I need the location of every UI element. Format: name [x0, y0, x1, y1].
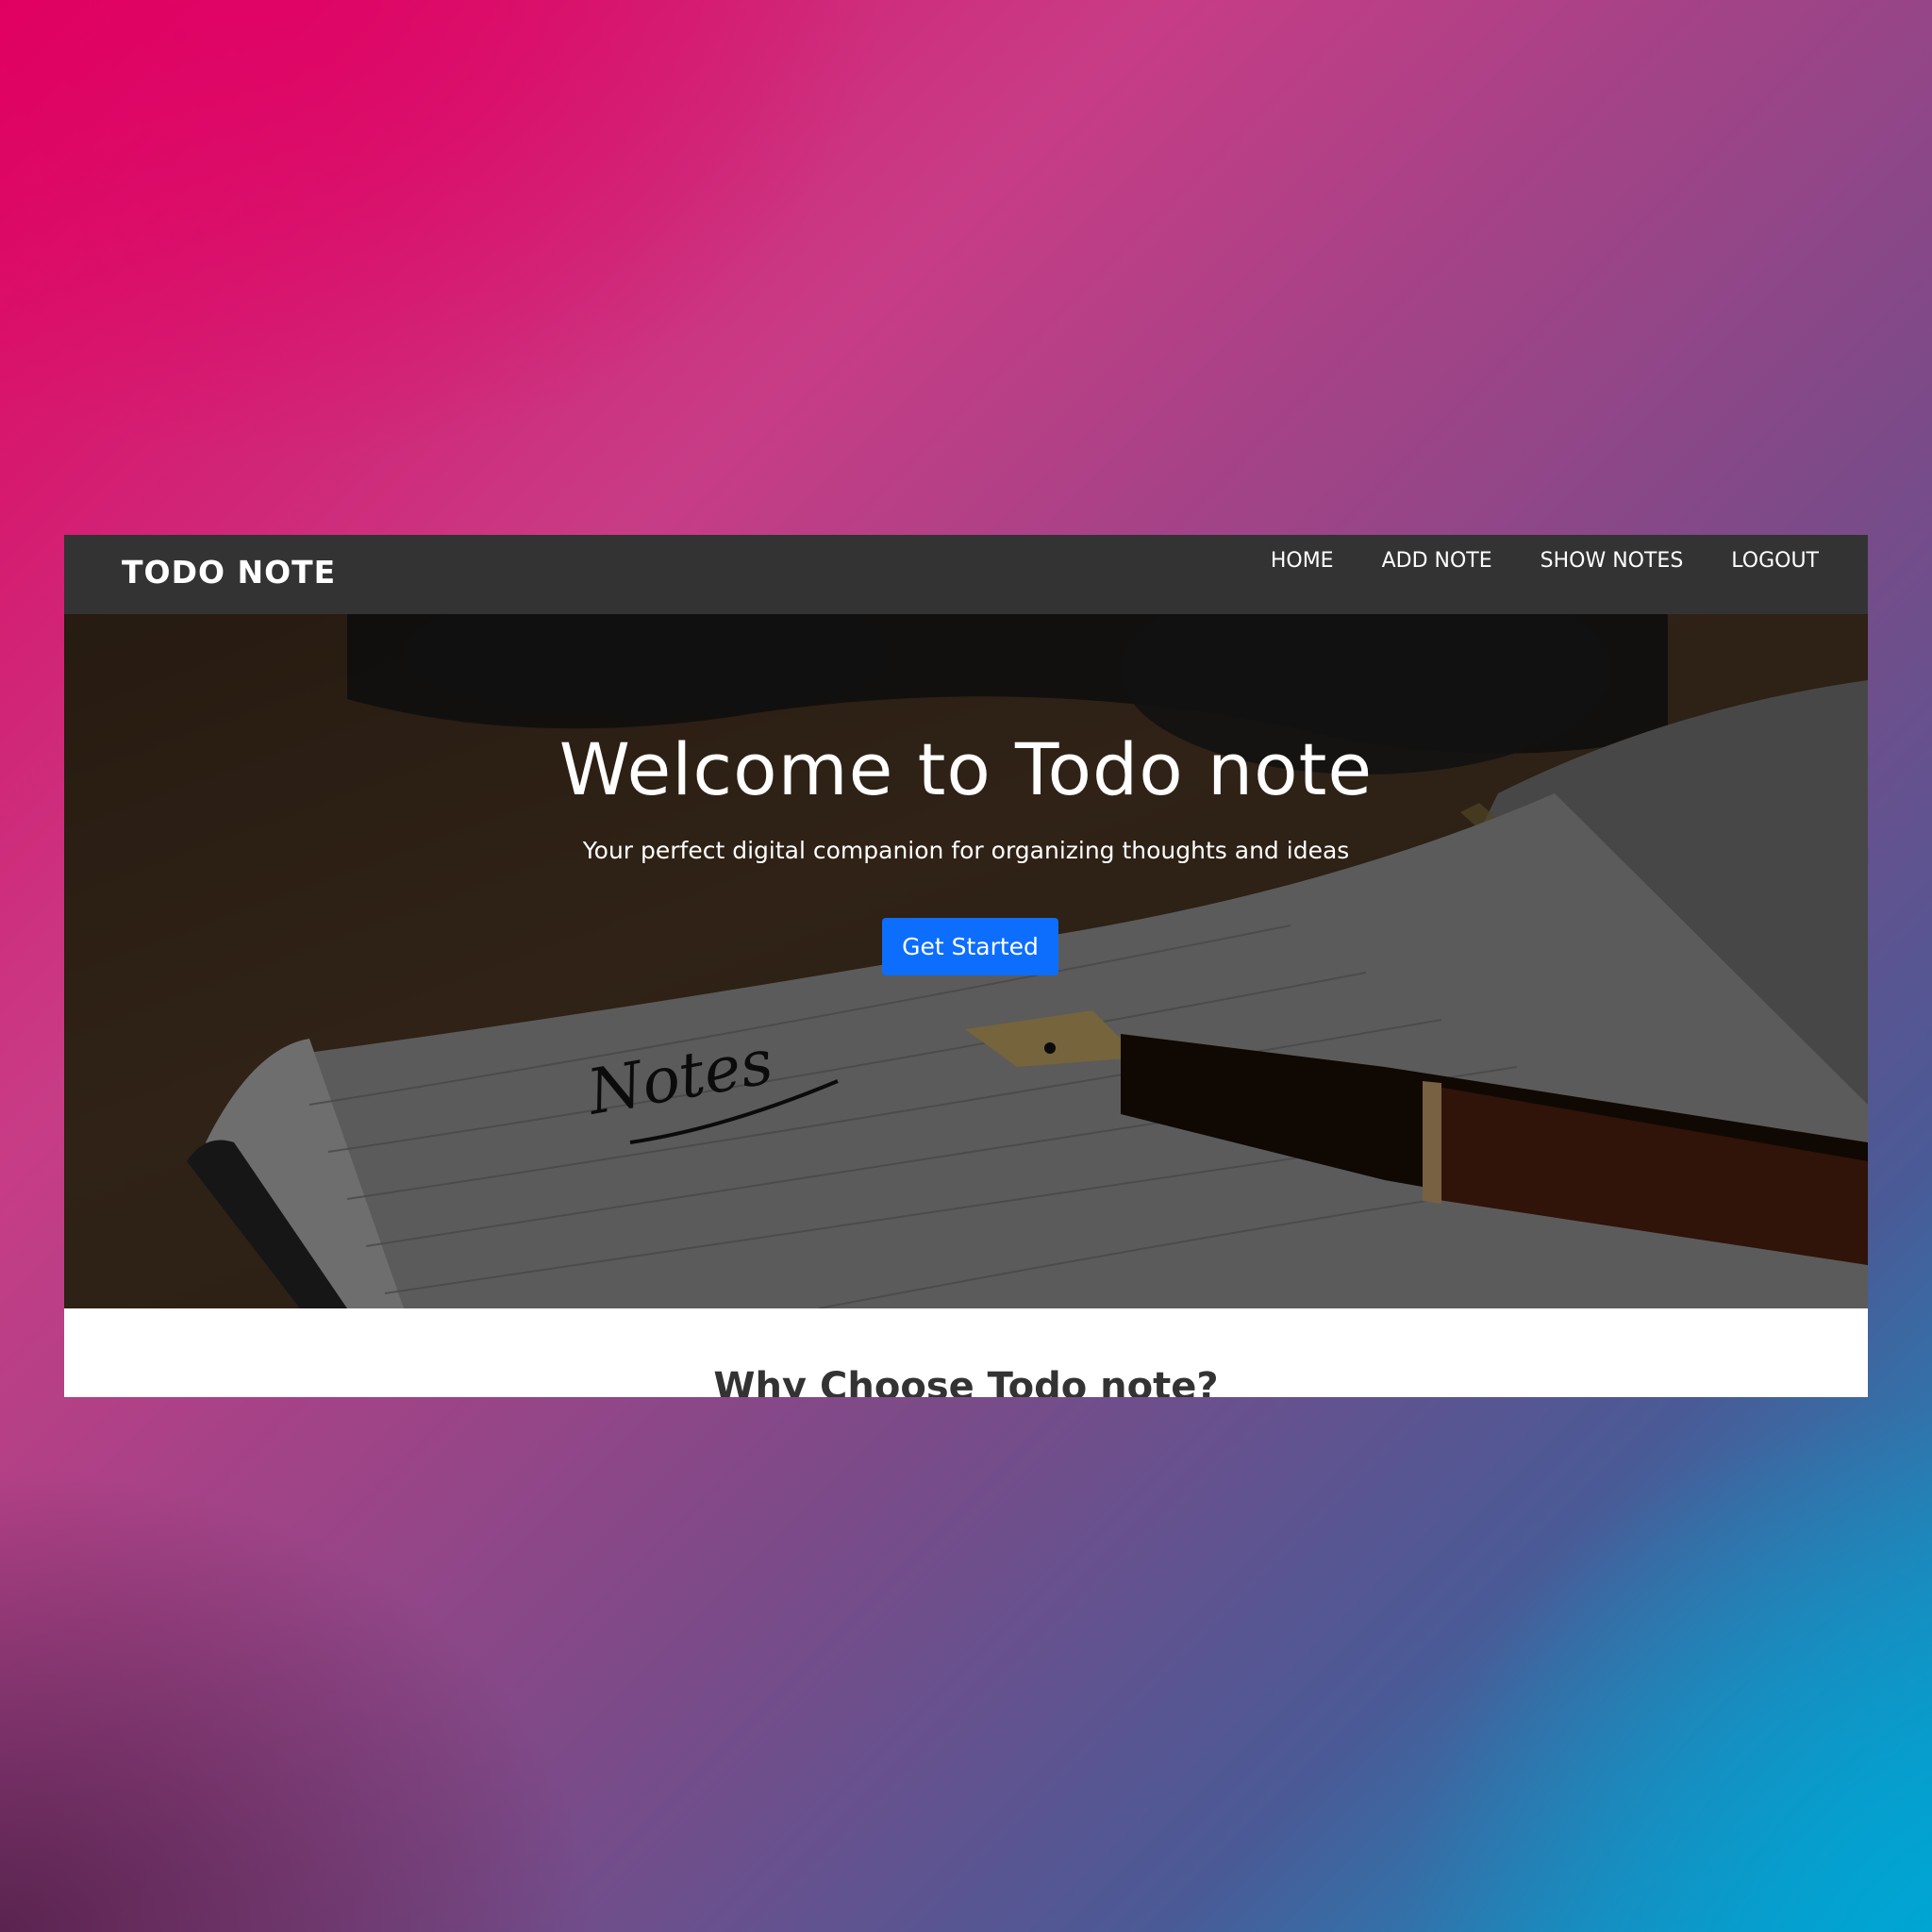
nav-links: HOME ADD NOTE SHOW NOTES LOGOUT: [1271, 549, 1819, 573]
nav-link-show-notes[interactable]: SHOW NOTES: [1541, 549, 1684, 573]
hero-content: Welcome to Todo note Your perfect digita…: [64, 614, 1868, 1308]
hero-subtitle: Your perfect digital companion for organ…: [582, 837, 1350, 864]
get-started-button[interactable]: Get Started: [882, 918, 1058, 975]
nav-link-add-note[interactable]: ADD NOTE: [1382, 549, 1492, 573]
why-section-title: Why Choose Todo note?: [713, 1365, 1219, 1397]
nav-link-logout[interactable]: LOGOUT: [1731, 549, 1819, 573]
hero-section: Notes Welcome to Todo note Your perfect …: [64, 614, 1868, 1308]
browser-viewport: TODO NOTE HOME ADD NOTE SHOW NOTES LOGOU…: [64, 535, 1868, 1397]
brand-logo[interactable]: TODO NOTE: [122, 554, 336, 591]
why-section: Why Choose Todo note?: [64, 1308, 1868, 1397]
hero-title: Welcome to Todo note: [558, 727, 1374, 811]
nav-link-home[interactable]: HOME: [1271, 549, 1334, 573]
navbar: TODO NOTE HOME ADD NOTE SHOW NOTES LOGOU…: [64, 535, 1868, 614]
